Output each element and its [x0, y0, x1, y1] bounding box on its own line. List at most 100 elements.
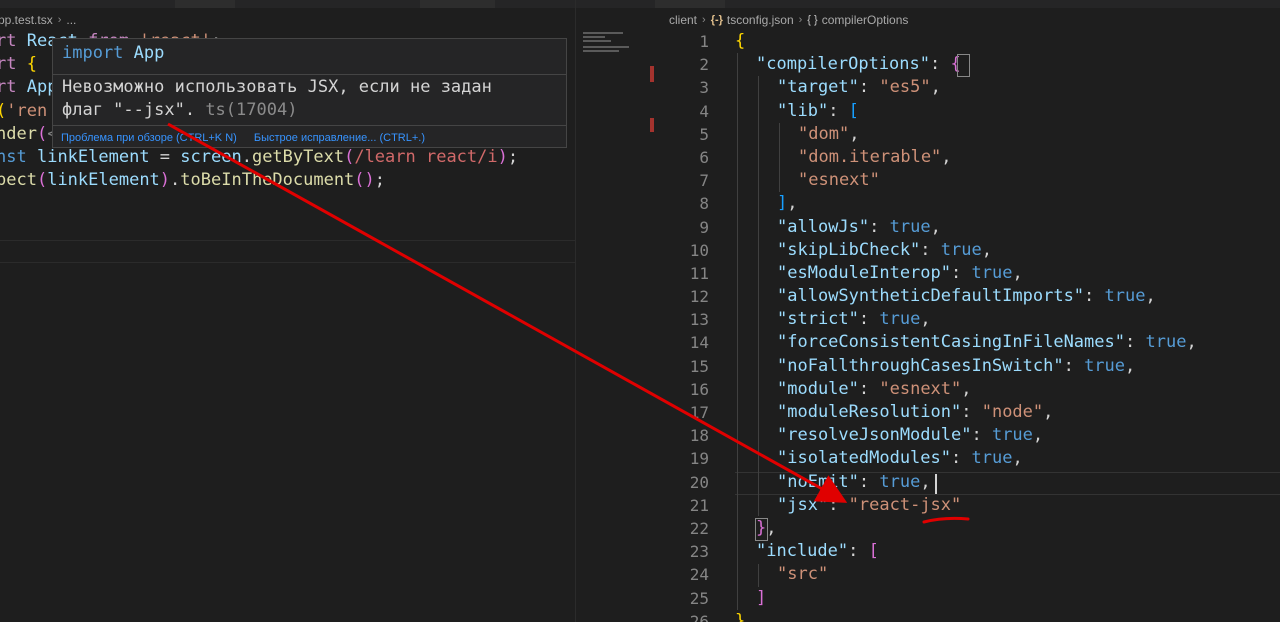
code-line[interactable]: "isolatedModules": true, — [735, 447, 1197, 470]
line-number[interactable]: 4 — [655, 100, 709, 123]
bracket-match-close — [755, 518, 768, 541]
line-number[interactable]: 5 — [655, 123, 709, 146]
line-number[interactable]: 24 — [655, 563, 709, 586]
line-number[interactable]: 13 — [655, 308, 709, 331]
code-token: nder — [0, 123, 37, 144]
minimap[interactable] — [583, 30, 638, 60]
code-line[interactable]: "noEmit": true, — [735, 471, 1197, 494]
right-tab-bar — [655, 0, 1280, 8]
code-line[interactable]: nst linkElement = screen.getByText(/lear… — [0, 146, 518, 169]
line-number[interactable]: 25 — [655, 587, 709, 610]
editor-tab[interactable] — [175, 0, 235, 8]
line-numbers-gutter[interactable]: 1 2 3 4 5 6 7 8 9 10 11 12 13 14 15 16 17 18 19 20 21 22 23 24 2… — [655, 30, 709, 622]
code-line[interactable]: "module": "esnext", — [735, 378, 1197, 401]
code-line[interactable]: pect(linkElement).toBeInTheDocument(); — [0, 169, 518, 192]
editor-tab[interactable] — [420, 0, 495, 8]
code-line[interactable]: "esnext" — [735, 169, 1197, 192]
code-token: true — [1084, 355, 1126, 376]
code-line[interactable]: "esModuleInterop": true, — [735, 262, 1197, 285]
code-line[interactable]: "moduleResolution": "node", — [735, 401, 1197, 424]
code-token: , — [1032, 425, 1044, 446]
hover-signature: import App — [62, 43, 164, 63]
breadcrumb-symbol[interactable]: compilerOptions — [822, 13, 909, 27]
line-number[interactable]: 8 — [655, 192, 709, 215]
code-line[interactable]: "strict": true, — [735, 308, 1197, 331]
code-token: , — [941, 146, 952, 167]
line-number[interactable]: 18 — [655, 424, 709, 447]
code-token: "strict" — [777, 309, 859, 330]
code-line[interactable]: "noFallthroughCasesInSwitch": true, — [735, 355, 1197, 378]
code-token: ) — [159, 170, 171, 191]
line-number[interactable]: 22 — [655, 517, 709, 540]
code-token: ( — [36, 123, 48, 144]
code-token: true — [1145, 332, 1187, 353]
line-number[interactable]: 19 — [655, 447, 709, 470]
code-line[interactable]: }, — [735, 517, 1197, 540]
line-number[interactable]: 26 — [655, 610, 709, 622]
breadcrumb-more[interactable]: ... — [66, 13, 76, 27]
error-text-line1: Невозможно использовать JSX, если не зад… — [62, 77, 492, 97]
code-line[interactable]: ], — [735, 192, 1197, 215]
code-token: , — [920, 471, 931, 492]
code-token: , — [930, 216, 941, 237]
code-line[interactable]: "lib": [ — [735, 100, 1197, 123]
editor-tab[interactable] — [655, 0, 725, 8]
code-token: : — [858, 471, 880, 492]
code-line[interactable]: "src" — [735, 563, 1197, 586]
code-line[interactable]: "target": "es5", — [735, 76, 1197, 99]
code-line[interactable]: "resolveJsonModule": true, — [735, 424, 1197, 447]
code-line[interactable]: "forceConsistentCasingInFileNames": true… — [735, 331, 1197, 354]
code-token: ] — [756, 587, 767, 608]
line-number[interactable]: 10 — [655, 239, 709, 262]
code-token: "esnext" — [879, 378, 962, 399]
line-number[interactable]: 9 — [655, 216, 709, 239]
line-number[interactable]: 14 — [655, 331, 709, 354]
peek-problem-link[interactable]: Проблема при обзоре (CTRL+K N) — [61, 132, 237, 144]
chevron-right-icon: › — [798, 14, 803, 26]
breadcrumb-folder[interactable]: client — [669, 13, 697, 27]
line-number[interactable]: 15 — [655, 355, 709, 378]
line-number[interactable]: 16 — [655, 378, 709, 401]
quick-fix-link[interactable]: Быстрое исправление... (CTRL+.) — [254, 132, 425, 144]
code-token: "dom.iterable" — [798, 146, 942, 167]
code-token: : — [1063, 355, 1085, 376]
code-line[interactable]: "skipLibCheck": true, — [735, 239, 1197, 262]
line-number[interactable]: 17 — [655, 401, 709, 424]
code-token: "lib" — [777, 100, 829, 121]
code-token: "moduleResolution" — [777, 402, 962, 422]
code-token: , — [930, 77, 941, 98]
code-line[interactable]: "dom.iterable", — [735, 146, 1197, 169]
code-line[interactable]: "include": [ — [735, 540, 1197, 563]
code-token: true — [1104, 286, 1146, 307]
line-number[interactable]: 6 — [655, 146, 709, 169]
code-line[interactable]: "jsx": "react-jsx" — [735, 494, 1197, 517]
code-token: , — [1012, 262, 1023, 283]
line-number[interactable]: 21 — [655, 494, 709, 517]
code-token: , — [920, 309, 931, 330]
breadcrumb-file[interactable]: tsconfig.json — [727, 13, 794, 27]
code-token: ; — [374, 170, 386, 191]
code-line[interactable]: } — [735, 610, 1197, 622]
error-marker[interactable] — [650, 118, 654, 132]
line-number[interactable]: 11 — [655, 262, 709, 285]
error-text-line2: флаг "--jsx". — [62, 100, 196, 120]
code-token: : — [971, 425, 992, 446]
line-number[interactable]: 20 — [655, 471, 709, 494]
breadcrumb-file[interactable]: pp.test.tsx — [0, 13, 53, 27]
json-code-area[interactable]: {"compilerOptions": {"target": "es5", "li… — [735, 30, 1197, 622]
code-line[interactable]: { — [735, 30, 1197, 53]
line-number[interactable]: 1 — [655, 30, 709, 53]
code-line[interactable]: "dom", — [735, 123, 1197, 146]
text-caret — [935, 474, 937, 494]
code-line[interactable]: "allowJs": true, — [735, 216, 1197, 239]
line-number[interactable]: 2 — [655, 53, 709, 76]
line-number[interactable]: 3 — [655, 76, 709, 99]
error-marker[interactable] — [650, 66, 654, 82]
line-number[interactable]: 7 — [655, 169, 709, 192]
code-line[interactable]: ] — [735, 587, 1197, 610]
line-number[interactable]: 12 — [655, 285, 709, 308]
code-line[interactable]: "allowSyntheticDefaultImports": true, — [735, 285, 1197, 308]
code-token: [ — [868, 541, 879, 562]
line-number[interactable]: 23 — [655, 540, 709, 563]
code-token: , — [1125, 355, 1136, 376]
